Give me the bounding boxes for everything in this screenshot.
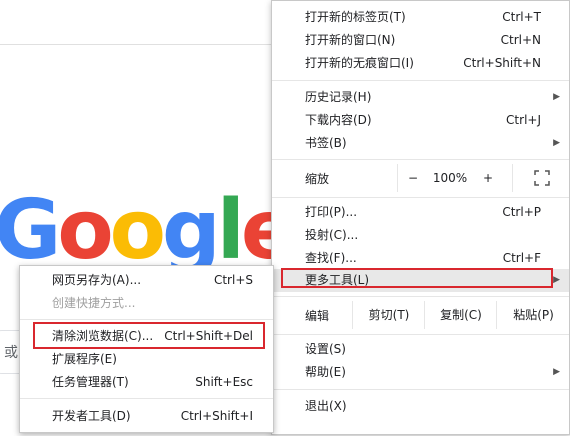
menu-item-new-window[interactable]: 打开新的窗口(N) Ctrl+N	[272, 29, 569, 52]
menu-item-cast[interactable]: 投射(C)...	[272, 224, 569, 247]
menu-divider	[272, 389, 569, 390]
logo-letter: G	[0, 183, 61, 278]
more-tools-highlight	[281, 268, 553, 288]
fullscreen-button[interactable]	[512, 164, 570, 192]
logo-letter: o	[109, 183, 166, 278]
menu-item-print[interactable]: 打印(P)... Ctrl+P	[272, 201, 569, 224]
submenu-item-shortcut: Ctrl+S	[213, 273, 253, 287]
menu-item-shortcut: Ctrl+P	[502, 205, 541, 219]
submenu-divider	[20, 398, 273, 399]
chevron-right-icon: ▶	[553, 275, 560, 285]
submenu-item-label: 任务管理器(T)	[52, 375, 129, 389]
submenu-item-label: 网页另存为(A)...	[52, 273, 142, 287]
submenu-item-shortcut: Ctrl+Shift+I	[180, 409, 253, 423]
logo-letter: g	[162, 183, 221, 278]
menu-item-new-tab[interactable]: 打开新的标签页(T) Ctrl+T	[272, 6, 569, 29]
menu-item-exit[interactable]: 退出(X)	[272, 395, 569, 418]
menu-divider	[272, 80, 569, 81]
edit-row: 编辑 剪切(T) 复制(C) 粘贴(P)	[272, 301, 569, 329]
menu-item-find[interactable]: 查找(F)... Ctrl+F	[272, 247, 569, 270]
chrome-main-menu: 打开新的标签页(T) Ctrl+T 打开新的窗口(N) Ctrl+N 打开新的无…	[271, 0, 570, 435]
submenu-divider	[20, 319, 273, 320]
submenu-item-dev-tools[interactable]: 开发者工具(D) Ctrl+Shift+I	[20, 405, 273, 428]
logo-letter: o	[57, 183, 113, 278]
zoom-out-button[interactable]: −	[397, 164, 428, 192]
menu-item-bookmarks[interactable]: 书签(B) ▶	[272, 132, 569, 155]
paste-button[interactable]: 粘贴(P)	[496, 301, 570, 329]
fullscreen-icon	[533, 170, 550, 186]
menu-item-settings[interactable]: 设置(S)	[272, 338, 569, 361]
submenu-item-label: 开发者工具(D)	[52, 409, 131, 423]
zoom-in-button[interactable]: +	[473, 164, 503, 192]
menu-item-label: 打开新的标签页(T)	[305, 10, 406, 24]
menu-item-downloads[interactable]: 下载内容(D) Ctrl+J	[272, 109, 569, 132]
menu-item-label: 打开新的窗口(N)	[305, 33, 396, 47]
menu-item-shortcut: Ctrl+N	[500, 33, 541, 47]
menu-item-shortcut: Ctrl+J	[506, 113, 541, 127]
menu-item-history[interactable]: 历史记录(H) ▶	[272, 86, 569, 109]
menu-item-shortcut: Ctrl+Shift+N	[463, 56, 541, 70]
chevron-right-icon: ▶	[553, 367, 560, 377]
submenu-item-task-manager[interactable]: 任务管理器(T) Shift+Esc	[20, 371, 273, 394]
menu-item-shortcut: Ctrl+F	[502, 251, 541, 265]
menu-item-label: 查找(F)...	[305, 251, 357, 265]
menu-item-label: 打印(P)...	[305, 205, 358, 219]
google-logo: Google	[0, 183, 296, 278]
zoom-level: 100%	[432, 171, 468, 185]
menu-divider	[272, 197, 569, 198]
logo-letter: l	[216, 183, 245, 278]
cut-button[interactable]: 剪切(T)	[352, 301, 425, 329]
menu-item-label: 帮助(E)	[305, 365, 346, 379]
menu-divider	[272, 334, 569, 335]
menu-item-label: 投射(C)...	[305, 228, 359, 242]
menu-divider	[272, 159, 569, 160]
submenu-item-label: 创建快捷方式...	[52, 296, 136, 310]
menu-item-label: 历史记录(H)	[305, 90, 372, 104]
chevron-right-icon: ▶	[553, 92, 560, 102]
menu-item-new-incognito[interactable]: 打开新的无痕窗口(I) Ctrl+Shift+N	[272, 52, 569, 75]
submenu-item-shortcut: Shift+Esc	[195, 375, 253, 389]
menu-item-label: 退出(X)	[305, 399, 347, 413]
menu-divider	[272, 296, 569, 297]
submenu-item-label: 扩展程序(E)	[52, 352, 117, 366]
submenu-item-extensions[interactable]: 扩展程序(E)	[20, 348, 273, 371]
menu-item-label: 下载内容(D)	[305, 113, 372, 127]
menu-item-label: 设置(S)	[305, 342, 346, 356]
menu-item-help[interactable]: 帮助(E) ▶	[272, 361, 569, 384]
submenu-item-create-shortcut[interactable]: 创建快捷方式...	[20, 292, 273, 315]
submenu-item-save-page[interactable]: 网页另存为(A)... Ctrl+S	[20, 269, 273, 292]
edit-label: 编辑	[305, 309, 330, 323]
menu-item-shortcut: Ctrl+T	[502, 10, 541, 24]
copy-button[interactable]: 复制(C)	[424, 301, 497, 329]
chevron-right-icon: ▶	[553, 138, 560, 148]
more-tools-submenu: 网页另存为(A)... Ctrl+S 创建快捷方式... 清除浏览数据(C)..…	[19, 265, 274, 433]
clear-data-highlight	[33, 322, 265, 349]
menu-item-label: 打开新的无痕窗口(I)	[305, 56, 414, 70]
zoom-row: 缩放 − 100% +	[272, 164, 569, 192]
menu-item-label: 书签(B)	[305, 136, 347, 150]
search-hint: 或	[4, 345, 18, 361]
zoom-label: 缩放	[305, 172, 330, 186]
